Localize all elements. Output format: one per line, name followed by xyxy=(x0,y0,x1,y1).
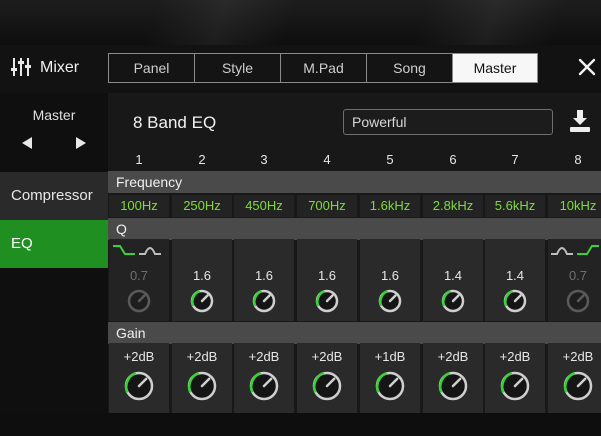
q-value: 1.4 xyxy=(443,268,463,283)
gain-value: +2dB xyxy=(499,349,531,364)
band-number: 8 xyxy=(574,152,582,167)
gain-value: +1dB xyxy=(374,349,406,364)
q-value: 1.4 xyxy=(505,268,525,283)
q-value: 0.7 xyxy=(568,268,588,283)
gain-value: +2dB xyxy=(123,349,155,364)
gain-value: +2dB xyxy=(248,349,280,364)
band-number: 2 xyxy=(198,152,206,167)
frequency-value[interactable]: 5.6kHz xyxy=(485,195,545,217)
gain-knob[interactable] xyxy=(248,370,280,402)
q-knob[interactable] xyxy=(126,288,152,314)
gain-knob[interactable] xyxy=(374,370,406,402)
gain-value: +2dB xyxy=(437,349,469,364)
sidebar-item-compressor[interactable]: Compressor xyxy=(0,172,108,220)
sidebar-item-eq[interactable]: EQ xyxy=(0,220,108,268)
bottom-strip xyxy=(0,413,601,436)
q-section-header: Q xyxy=(108,218,601,240)
peak-filter-icon xyxy=(139,247,161,255)
app-title: Mixer xyxy=(40,59,80,76)
frequency-value[interactable]: 1.6kHz xyxy=(360,195,420,217)
band-number: 5 xyxy=(386,152,394,167)
part-label: Master xyxy=(32,107,76,123)
tab-style[interactable]: Style xyxy=(195,54,281,82)
preset-field[interactable]: Powerful xyxy=(343,109,553,135)
q-knob[interactable] xyxy=(314,288,340,314)
close-icon[interactable] xyxy=(576,56,598,78)
gain-knob[interactable] xyxy=(437,370,469,402)
tab-master[interactable]: Master xyxy=(453,54,537,82)
arrow-left-icon[interactable] xyxy=(22,137,32,149)
frequency-value[interactable]: 10kHz xyxy=(548,195,601,217)
mixer-sliders-icon xyxy=(11,58,31,76)
gain-knob[interactable] xyxy=(186,370,218,402)
frequency-value[interactable]: 700Hz xyxy=(297,195,357,217)
gain-knob[interactable] xyxy=(562,370,594,402)
q-knob[interactable] xyxy=(377,288,403,314)
q-knob[interactable] xyxy=(565,288,591,314)
q-value: 0.7 xyxy=(129,268,149,283)
gain-value: +2dB xyxy=(562,349,594,364)
gain-knob[interactable] xyxy=(311,370,343,402)
gain-knob[interactable] xyxy=(499,370,531,402)
band-number: 1 xyxy=(135,152,143,167)
band-number: 3 xyxy=(260,152,268,167)
gain-knob[interactable] xyxy=(123,370,155,402)
tab-song[interactable]: Song xyxy=(367,54,453,82)
band-number: 4 xyxy=(323,152,331,167)
peak-filter-icon xyxy=(551,247,573,255)
high-shelf-filter-icon xyxy=(577,245,599,255)
top-decoration xyxy=(0,0,601,45)
frequency-value[interactable]: 250Hz xyxy=(172,195,232,217)
q-knob[interactable] xyxy=(251,288,277,314)
q-knob[interactable] xyxy=(502,288,528,314)
gain-value: +2dB xyxy=(186,349,218,364)
band-number: 7 xyxy=(511,152,519,167)
frequency-value[interactable]: 450Hz xyxy=(234,195,294,217)
q-knob[interactable] xyxy=(189,288,215,314)
band-number: 6 xyxy=(449,152,457,167)
gain-section-header: Gain xyxy=(108,322,601,344)
frequency-value[interactable]: 100Hz xyxy=(109,195,169,217)
tab-mpad[interactable]: M.Pad xyxy=(281,54,367,82)
frequency-value[interactable]: 2.8kHz xyxy=(423,195,483,217)
tab-bar: Panel Style M.Pad Song Master xyxy=(108,53,538,83)
low-shelf-filter-icon xyxy=(113,245,135,255)
tab-panel[interactable]: Panel xyxy=(109,54,195,82)
gain-value: +2dB xyxy=(311,349,343,364)
q-value: 1.6 xyxy=(317,268,337,283)
q-value: 1.6 xyxy=(192,268,212,283)
frequency-section-header: Frequency xyxy=(108,171,601,193)
eq-title: 8 Band EQ xyxy=(133,113,217,132)
q-value: 1.6 xyxy=(254,268,274,283)
arrow-right-icon[interactable] xyxy=(76,137,86,149)
q-value: 1.6 xyxy=(380,268,400,283)
save-download-icon[interactable] xyxy=(568,108,592,134)
q-knob[interactable] xyxy=(440,288,466,314)
